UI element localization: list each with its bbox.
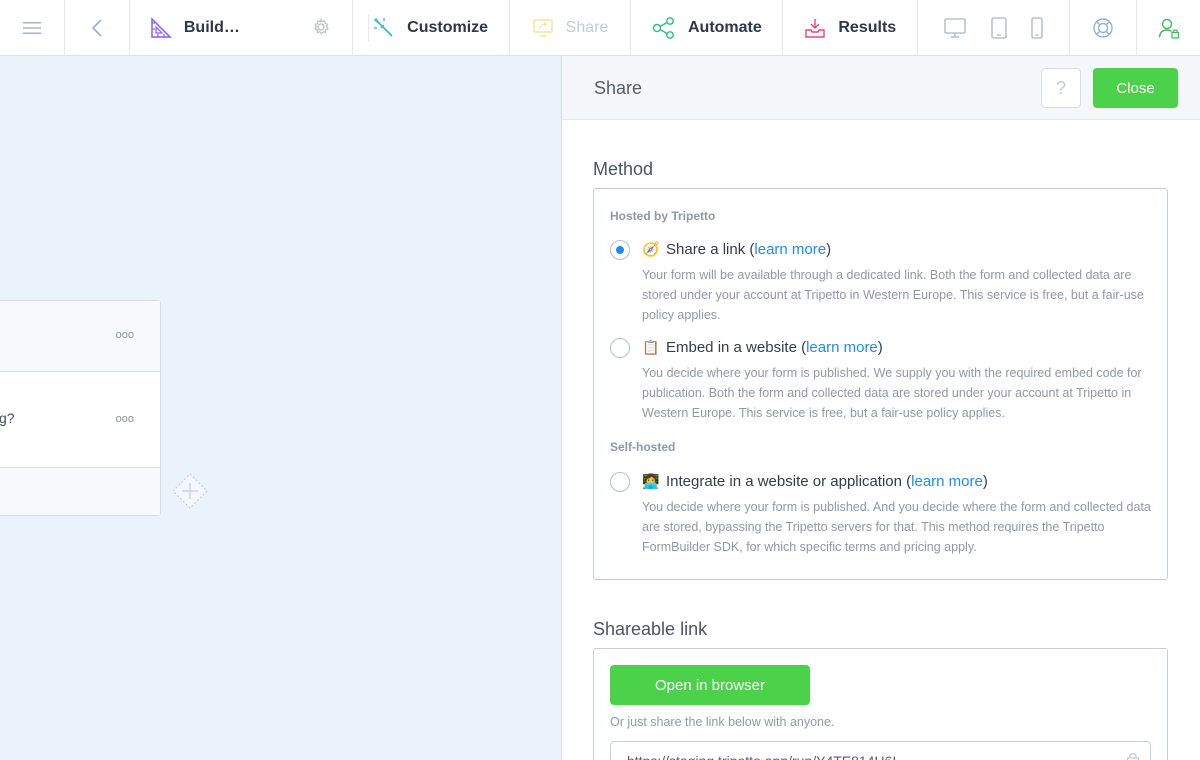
learn-more-link[interactable]: learn more (911, 473, 983, 490)
hosted-group-label: Hosted by Tripetto (610, 209, 716, 223)
shareable-link-box: Open in browser Or just share the link b… (593, 648, 1168, 760)
integrate-option[interactable]: 👩‍💻 Integrate in a website or applicatio… (642, 472, 988, 490)
method-options-box: Hosted by Tripetto 🧭 Share a link (learn… (593, 188, 1168, 580)
close-button[interactable]: Close (1093, 68, 1178, 108)
customize-label: Customize (407, 18, 489, 36)
automate-label: Automate (688, 18, 762, 36)
share-link-option[interactable]: 🧭 Share a link (learn more) (642, 240, 831, 258)
automate-tab[interactable]: Automate (631, 0, 784, 55)
question-row[interactable]: g? ooo (0, 372, 160, 468)
embed-option[interactable]: 📋 Embed in a website (learn more) (642, 338, 883, 356)
lifebuoy-icon (1093, 17, 1113, 38)
ruler-icon (151, 16, 172, 38)
help-button[interactable]: ? (1041, 68, 1081, 108)
share-panel: Share ? Close Method Hosted by Tripetto … (561, 56, 1200, 760)
desktop-icon[interactable] (944, 17, 967, 38)
method-heading: Method (593, 159, 654, 179)
tablet-icon[interactable] (991, 16, 1007, 39)
top-toolbar: Build… Customize Share Automate Results (0, 0, 1200, 56)
integrate-radio[interactable] (610, 472, 630, 492)
option-description: You decide where your form is published.… (642, 366, 1142, 420)
hamburger-icon (22, 21, 41, 34)
shareable-link-heading: Shareable link (593, 619, 708, 639)
lock-icon (1126, 752, 1140, 760)
share-hint-text: Or just share the link below with anyone… (610, 715, 835, 729)
option-title: Embed in a website (666, 338, 797, 356)
device-preview-group (918, 0, 1071, 55)
build-tab[interactable]: Build… (130, 0, 369, 55)
embed-radio[interactable] (610, 338, 630, 358)
learn-more-link[interactable]: learn more (806, 339, 878, 356)
share-nodes-icon (652, 16, 674, 39)
share-link-radio[interactable] (610, 240, 630, 260)
form-canvas[interactable]: ooo g? ooo (0, 56, 561, 760)
section-card[interactable]: ooo g? ooo (0, 300, 161, 516)
account-button[interactable] (1137, 0, 1200, 55)
share-screen-icon (532, 18, 553, 37)
card-footer-row[interactable] (0, 468, 160, 515)
panel-title: Share (594, 78, 643, 98)
question-text-fragment: g? (0, 410, 15, 426)
self-hosted-group-label: Self-hosted (610, 440, 676, 454)
option-title: Share a link (666, 240, 746, 258)
inbox-download-icon (805, 18, 826, 38)
option-description: Your form will be available through a de… (642, 268, 1144, 322)
menu-button[interactable] (0, 0, 65, 55)
option-title: Integrate in a website or application (666, 472, 902, 490)
more-options-icon[interactable]: ooo (116, 329, 134, 341)
share-tab[interactable]: Share (510, 0, 632, 55)
customize-tab[interactable]: Customize (353, 0, 510, 55)
share-label: Share (565, 18, 609, 36)
magic-wand-icon (374, 17, 393, 37)
clipboard-icon: 📋 (642, 339, 660, 355)
panel-header: Share ? Close (562, 56, 1200, 120)
results-tab[interactable]: Results (783, 0, 919, 55)
share-url-field[interactable] (610, 741, 1151, 760)
chevron-left-icon (91, 18, 102, 37)
more-options-icon[interactable]: ooo (116, 413, 134, 425)
compass-icon: 🧭 (642, 241, 660, 257)
option-description: You decide where your form is published.… (642, 500, 1151, 554)
card-header-row[interactable]: ooo (0, 301, 160, 372)
developer-icon: 👩‍💻 (642, 473, 660, 489)
back-button[interactable] (65, 0, 130, 55)
results-label: Results (838, 18, 897, 36)
build-label: Build… (183, 18, 240, 36)
user-icon (1158, 18, 1179, 39)
open-in-browser-button[interactable]: Open in browser (610, 665, 810, 705)
learn-more-link[interactable]: learn more (754, 241, 826, 258)
add-node-icon[interactable] (172, 473, 208, 509)
help-button[interactable] (1070, 0, 1138, 55)
gear-icon[interactable] (312, 18, 330, 36)
phone-icon[interactable] (1031, 16, 1043, 39)
